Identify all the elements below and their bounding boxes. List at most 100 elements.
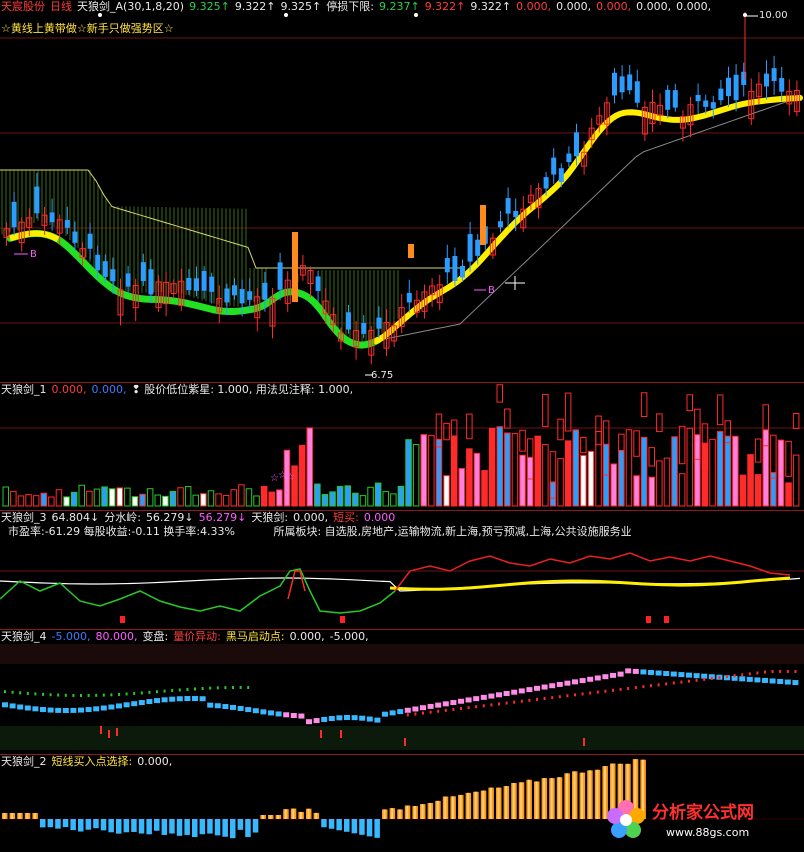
signal-dot — [496, 692, 502, 698]
histogram-bar — [131, 819, 137, 832]
histogram-bar-highlight — [451, 796, 454, 819]
volume-bar — [390, 493, 397, 507]
volume-bar — [86, 490, 93, 507]
signal-dot — [298, 713, 305, 719]
indicator-1-note: ❢ 股价低位紫星: 1.000, 用法见注释: 1.000, — [131, 383, 354, 396]
volume-bar — [564, 440, 572, 507]
histogram-bar-highlight — [527, 779, 530, 819]
signal-dot-small — [589, 691, 592, 695]
volume-bar — [382, 491, 389, 507]
price-header: 天宸股份 日线 天狼剑_A(30,1,8,20) 9.325↑ 9.322↑ 9.325↑… — [1, 0, 716, 13]
histogram-bar-highlight — [429, 803, 432, 819]
signal-dot — [458, 698, 464, 704]
signal-dot-small — [87, 693, 90, 697]
price-val-1: 9.325↑ — [189, 0, 230, 13]
candle — [574, 132, 579, 157]
volume-bar — [238, 484, 245, 507]
signal-dot — [397, 709, 404, 715]
volume-bar — [542, 444, 549, 507]
signal-dot — [55, 707, 62, 713]
candle — [718, 88, 724, 101]
candle — [672, 90, 678, 108]
signal-dot-small — [748, 672, 751, 676]
signal-dot — [328, 715, 335, 721]
histogram-bar — [321, 819, 327, 828]
volume-bar — [177, 487, 184, 507]
volume-bar — [610, 463, 617, 507]
candle — [232, 285, 237, 296]
signal-dot-small — [26, 691, 29, 695]
histogram-bar — [230, 819, 236, 839]
volume-bar — [785, 482, 792, 507]
histogram-bar-highlight — [474, 791, 477, 819]
stock-name[interactable]: 天宸股份 — [1, 0, 45, 13]
signal-dot-small — [665, 682, 668, 686]
price-val-2: 9.322↑ — [234, 0, 276, 13]
histogram-bar-highlight — [299, 811, 302, 819]
volume-bar — [762, 429, 769, 507]
indicator-1-chart[interactable]: ☆ ☆ ☆ — [0, 383, 804, 510]
signal-dot-small — [224, 686, 227, 690]
short-buy-label: 短买: — [333, 511, 359, 524]
candle — [95, 254, 101, 271]
period-label[interactable]: 日线 — [50, 0, 72, 13]
watershed-label: 分水岭: — [104, 511, 141, 524]
indicator-pane-4[interactable]: 天狼剑_4 -5.000, 80.000, 变盘: 量价异动: 黑马启动点: 0.000, -… — [0, 630, 804, 754]
volume-bar-outline — [580, 436, 587, 454]
signal-dot-small — [239, 686, 242, 690]
histogram-bar-highlight — [565, 773, 568, 819]
histogram-bar-highlight — [489, 787, 492, 819]
signal-dot-small — [726, 675, 728, 679]
volume-bar — [671, 436, 678, 507]
signal-dot-small — [4, 690, 6, 694]
signal-dot — [336, 715, 343, 721]
signal-dot-small — [688, 679, 690, 683]
signal-dot-small — [672, 681, 675, 685]
signal-dot — [686, 672, 692, 678]
signal-dot-small — [186, 687, 189, 691]
volume-bar — [709, 438, 716, 507]
candle — [627, 74, 633, 91]
watershed-value: 56.279↓ — [145, 511, 194, 524]
signal-dot — [564, 680, 571, 686]
signal-dot-small — [741, 673, 744, 677]
signal-star — [414, 13, 418, 17]
indicator-pane-1[interactable]: ☆ ☆ ☆ 天狼剑_1 0.000, 0.000, ❢ 股价低位紫星: 1.000, 用法… — [0, 383, 804, 510]
signal-dot-small — [148, 690, 151, 694]
signal-dot-small — [619, 687, 622, 691]
candle — [726, 77, 731, 97]
price-chart[interactable] — [0, 0, 804, 382]
indicator-pane-3[interactable]: 天狼剑_3 64.804↓ 分水岭: 56.279↓ 56.279↓ 天狼剑: 0.000,… — [0, 511, 804, 629]
site-logo[interactable]: 分析家公式网 www.88gs.com — [600, 794, 800, 846]
candle — [247, 291, 253, 300]
histogram-bar-highlight — [467, 792, 470, 819]
histogram-bar — [374, 819, 380, 838]
flower-logo-icon: 分析家公式网 www.88gs.com — [607, 800, 754, 839]
indicator-4-chart[interactable] — [0, 630, 804, 754]
signal-dot-small — [247, 686, 250, 690]
volume-bar — [678, 473, 686, 507]
volume-anomaly-label: 量价异动: — [173, 630, 221, 643]
signal-dot-small — [201, 686, 204, 690]
signal-dot — [321, 716, 328, 722]
candle — [148, 269, 154, 295]
signal-dot — [739, 676, 746, 682]
volume-bar — [534, 435, 541, 507]
histogram-bar-highlight — [26, 813, 29, 819]
indicator-1-title: 天狼剑_1 — [1, 383, 47, 396]
signal-dot-small — [779, 670, 782, 673]
histogram-bar — [47, 819, 54, 828]
volume-bar — [154, 494, 161, 507]
histogram-bar — [359, 819, 365, 835]
signal-dot — [62, 708, 69, 713]
short-entry-value: 0.000, — [137, 755, 173, 768]
volume-bar — [443, 475, 450, 507]
signal-dot — [47, 707, 54, 713]
price-pane[interactable]: 天宸股份 日线 天狼剑_A(30,1,8,20) 9.325↑ 9.322↑ 9.325↑… — [0, 0, 804, 382]
anomaly-tick — [340, 730, 342, 738]
signal-dot-small — [467, 706, 470, 710]
indicator-4-v2: 80.000, — [95, 630, 138, 643]
histogram-bar — [176, 819, 183, 836]
histogram-bar — [237, 819, 244, 830]
histogram-bar — [85, 819, 92, 830]
